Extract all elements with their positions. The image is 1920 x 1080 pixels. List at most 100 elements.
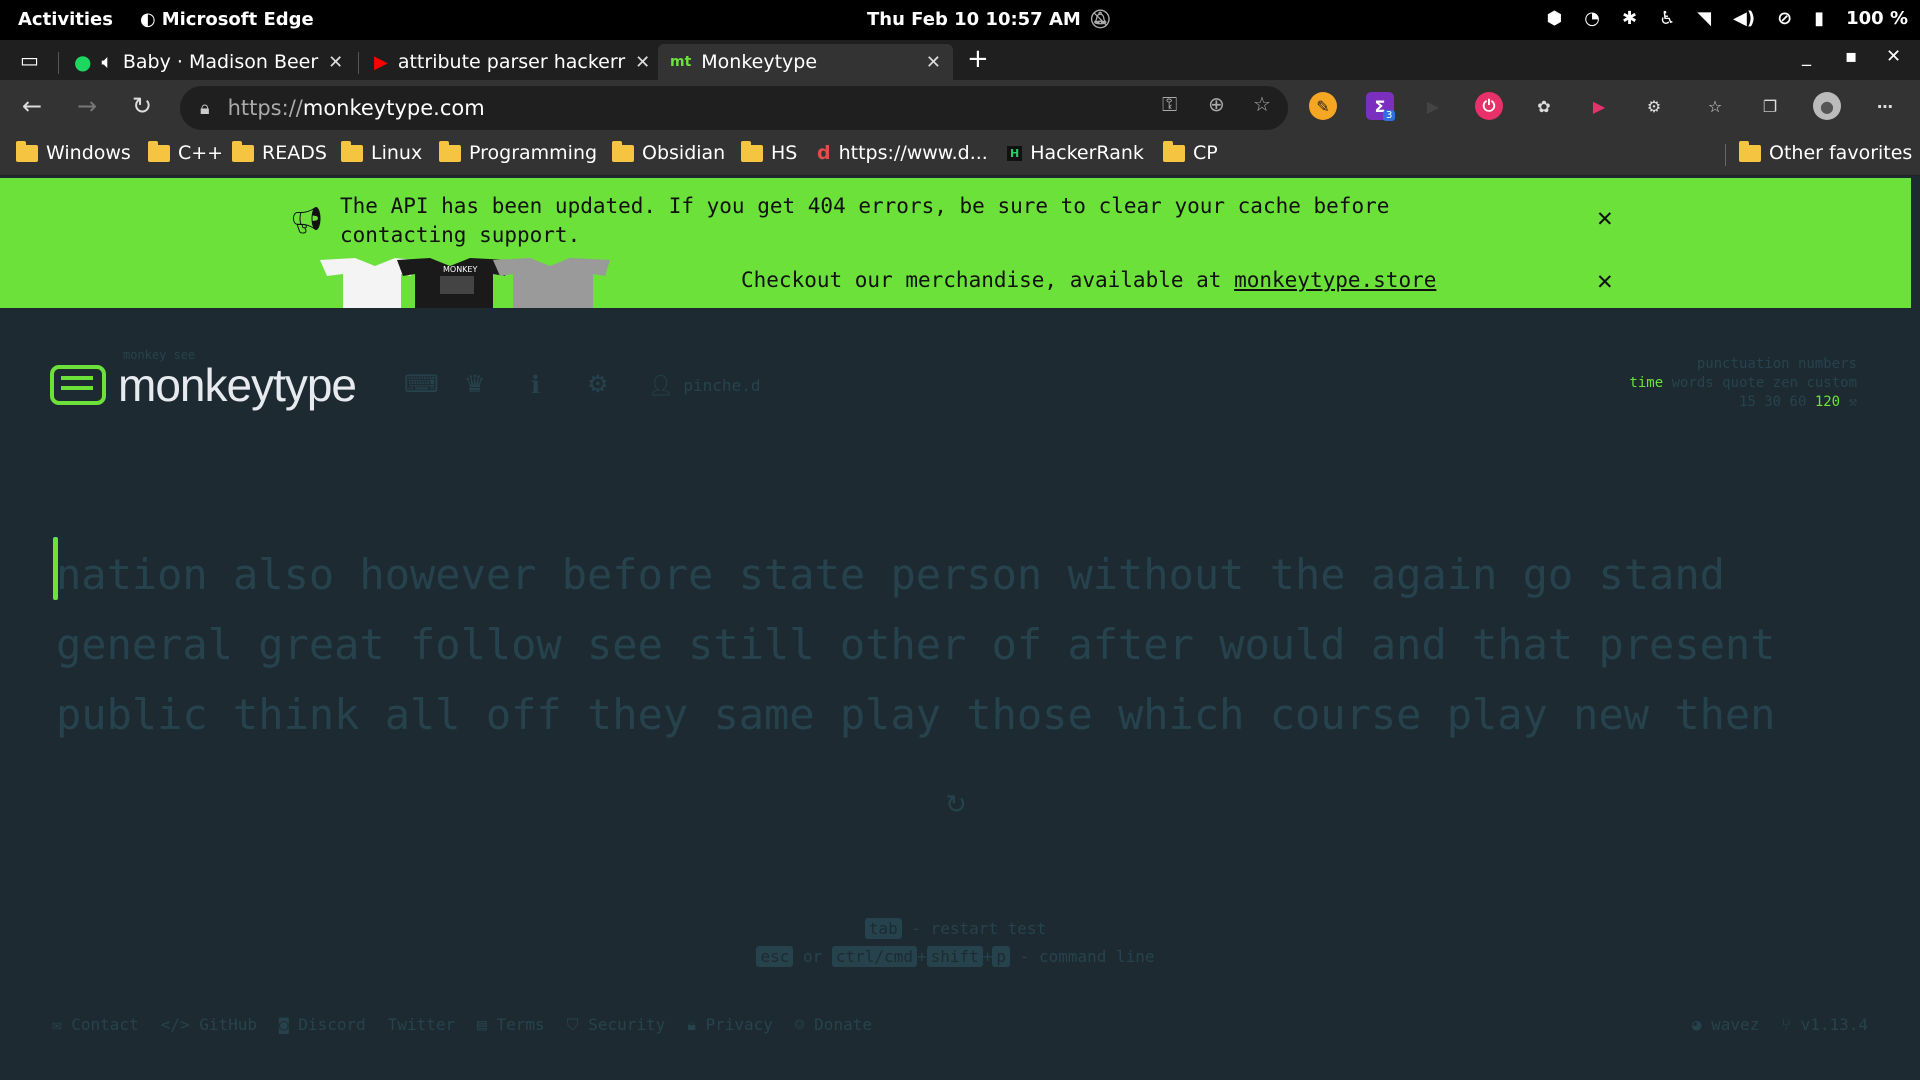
tab-monkeytype[interactable]: mt Monkeytype ✕: [658, 44, 953, 80]
folder-icon: [741, 140, 763, 162]
keyboard-icon[interactable]: ⌨: [404, 370, 439, 398]
address-bar[interactable]: 🔒︎ https:// monkeytype.com: [180, 86, 1288, 130]
monkeytype-logo[interactable]: monkeytype monkey see: [50, 348, 357, 412]
info-icon[interactable]: i: [531, 370, 540, 399]
openai-extension-icon[interactable]: ✿: [1530, 92, 1558, 120]
footer-donate[interactable]: ☺ Donate: [795, 1015, 872, 1035]
bookmark-cpp[interactable]: C++: [148, 140, 223, 164]
footer-security[interactable]: ⛉ Security: [567, 1015, 666, 1035]
dismiss-notice-button[interactable]: ✕: [1597, 203, 1613, 233]
gear-icon[interactable]: ⚙: [587, 370, 609, 398]
words-area[interactable]: nation also however before state person …: [56, 540, 1846, 750]
speaker-icon[interactable]: 🔈︎: [101, 51, 112, 73]
tab-label: Baby · Madison Beer: [122, 51, 319, 73]
bookmark-cp[interactable]: CP: [1163, 140, 1218, 164]
bookmark-obsidian[interactable]: Obsidian: [612, 140, 725, 164]
version-label: v1.13.4: [1800, 1015, 1868, 1034]
folder-icon: [1739, 140, 1761, 162]
play-extension-icon[interactable]: ▶: [1419, 92, 1447, 120]
close-tab-icon[interactable]: ✕: [328, 52, 343, 73]
merch-text: Checkout our merchandise, available at: [741, 268, 1235, 292]
new-tab-button[interactable]: +: [967, 44, 989, 74]
bookmark-reads[interactable]: READS: [232, 140, 327, 164]
folder-icon: [148, 140, 170, 162]
site-favicon-icon: d: [817, 142, 831, 164]
more-menu-icon[interactable]: ⋯: [1871, 92, 1899, 120]
monkeytype-icon: mt: [670, 54, 692, 70]
zoom-icon[interactable]: ⊕: [1208, 92, 1225, 116]
app-menu[interactable]: ◐ Microsoft Edge: [140, 9, 314, 30]
browser-toolbar: ← → ↻ 🔒︎ https:// monkeytype.com ⚿ ⊕ ☆ ✎…: [0, 80, 1920, 136]
theme-button[interactable]: ◕ wavez: [1692, 1015, 1759, 1034]
close-tab-icon[interactable]: ✕: [635, 52, 650, 73]
footer-terms[interactable]: ▤ Terms: [477, 1015, 544, 1035]
key-icon[interactable]: ⚿: [1162, 92, 1177, 116]
crown-icon[interactable]: ♛: [464, 370, 486, 398]
favorites-icon[interactable]: ☆: [1701, 92, 1729, 120]
duration-options[interactable]: 15 30 60: [1739, 394, 1806, 410]
system-tray[interactable]: ⬢ ◔ ✱ ♿︎ ◥ ◀) ⊘ ▮ 100 %: [1547, 8, 1908, 29]
extensions-icon[interactable]: ⚙: [1640, 92, 1668, 120]
duration-active[interactable]: 120: [1815, 394, 1840, 410]
activities-button[interactable]: Activities: [18, 9, 113, 30]
tab-separator: [58, 52, 59, 74]
footer-privacy[interactable]: 🔒︎ Privacy: [687, 1015, 773, 1035]
other-favorites[interactable]: Other favorites: [1739, 140, 1912, 164]
footer-github[interactable]: </> GitHub: [161, 1015, 257, 1035]
mode-time[interactable]: time: [1629, 375, 1663, 391]
footer-link-label: Donate: [814, 1015, 872, 1034]
bookmark-linux[interactable]: Linux: [341, 140, 422, 164]
bookmark-windows[interactable]: Windows: [16, 140, 131, 164]
tab-youtube[interactable]: ▶ attribute parser hackerr ✕: [362, 44, 652, 80]
edge-icon: ◐: [140, 9, 156, 30]
bookmark-programming[interactable]: Programming: [439, 140, 597, 164]
refresh-button[interactable]: ↻: [132, 92, 152, 120]
restart-test-icon[interactable]: ↻: [945, 790, 967, 820]
close-tab-icon[interactable]: ✕: [926, 52, 941, 73]
tab-actions-icon[interactable]: ▭: [20, 48, 39, 72]
version-button[interactable]: ⑂ v1.13.4: [1781, 1015, 1868, 1034]
maximize-button[interactable]: ▪: [1845, 46, 1857, 67]
lock-icon[interactable]: 🔒︎: [200, 98, 210, 119]
volume-icon: ◀): [1733, 8, 1756, 29]
profile-avatar-icon[interactable]: ●: [1813, 92, 1841, 120]
add-favorite-icon[interactable]: ☆: [1253, 92, 1271, 116]
bookmark-url[interactable]: d https://www.d...: [817, 142, 988, 164]
back-button[interactable]: ←: [22, 92, 42, 120]
bookmark-hs[interactable]: HS: [741, 140, 797, 164]
user-icon: 👤︎: [648, 373, 674, 397]
lock-icon: 🔒︎: [687, 1015, 706, 1034]
hint-plus: +: [916, 947, 927, 966]
footer-twitter[interactable]: Twitter: [388, 1015, 455, 1035]
footer-discord[interactable]: ◙ Discord: [279, 1015, 366, 1035]
config-durations: 15 30 60 120 ⚒: [1629, 393, 1857, 412]
discord-icon: ◙: [279, 1015, 299, 1034]
footer-link-label: Privacy: [705, 1015, 773, 1034]
shift-key: shift: [926, 946, 983, 967]
url-host: monkeytype.com: [302, 96, 485, 120]
media-extension-icon[interactable]: ▶: [1585, 92, 1613, 120]
tab-separator: [358, 52, 359, 74]
word-line: nation also however before state person …: [56, 550, 1725, 599]
bookmark-separator: [1725, 144, 1726, 166]
minimize-button[interactable]: _: [1802, 46, 1811, 67]
account-button[interactable]: 👤︎ pinche.d: [648, 373, 760, 397]
page-scrollbar[interactable]: [1911, 178, 1920, 1080]
close-window-button[interactable]: ✕: [1886, 46, 1901, 67]
bookmark-hackerrank[interactable]: H HackerRank: [1007, 142, 1144, 164]
mode-others[interactable]: words quote zen custom: [1672, 375, 1857, 391]
tab-spotify[interactable]: ● 🔈︎ Baby · Madison Beer ✕: [62, 44, 352, 80]
footer-contact[interactable]: ✉ Contact: [52, 1015, 139, 1035]
merch-store-link[interactable]: monkeytype.store: [1234, 268, 1436, 292]
mail-icon: ✉: [52, 1015, 72, 1034]
collections-icon[interactable]: ❐: [1756, 92, 1784, 120]
dismiss-merch-button[interactable]: ✕: [1597, 266, 1613, 296]
clock[interactable]: Thu Feb 10 10:57 AM 🔕︎: [867, 9, 1112, 30]
forward-button[interactable]: →: [77, 92, 97, 120]
test-config: punctuation numbers time words quote zen…: [1629, 355, 1857, 412]
shirt-label: MONKEY: [443, 265, 477, 274]
config-toggles[interactable]: punctuation numbers: [1629, 355, 1857, 374]
extension-icon[interactable]: ✎: [1309, 92, 1337, 120]
custom-duration-icon[interactable]: ⚒: [1849, 394, 1857, 410]
power-extension-icon[interactable]: ⏻: [1475, 92, 1503, 120]
